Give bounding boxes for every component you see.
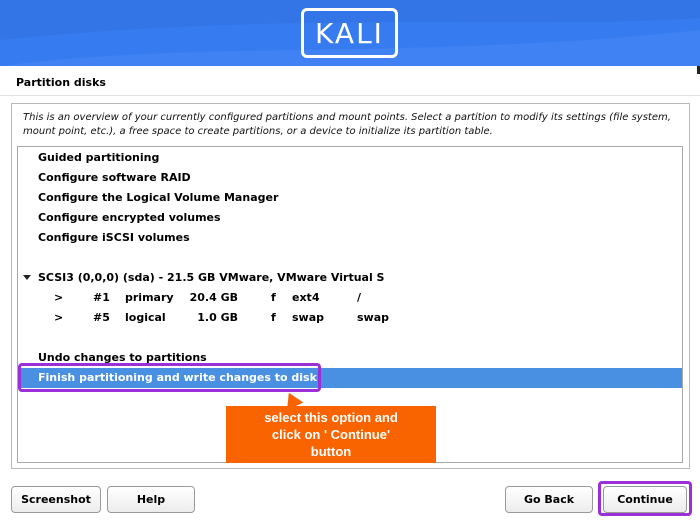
go-back-button[interactable]: Go Back: [505, 486, 593, 513]
instruction-callout: select this option and click on ' Contin…: [226, 406, 436, 463]
partition-size: 1.0 GB: [197, 311, 238, 324]
callout-line: click on ' Continue': [271, 427, 391, 442]
callout-line: select this option and: [264, 410, 398, 425]
list-item-software-raid[interactable]: Configure software RAID: [18, 168, 682, 188]
partition-type: primary: [125, 291, 174, 304]
list-item-partition-5[interactable]: > #5 logical 1.0 GB f swap swap: [18, 308, 682, 328]
highlight-finish-option: [18, 363, 321, 392]
partition-mount: swap: [357, 311, 390, 324]
continue-button[interactable]: Continue: [603, 486, 687, 513]
header-banner: KALI: [0, 0, 700, 66]
help-button[interactable]: Help: [107, 486, 195, 513]
partition-size: 20.4 GB: [189, 291, 238, 304]
list-item-label: Configure the Logical Volume Manager: [38, 191, 279, 204]
list-item-disk-sda[interactable]: SCSI3 (0,0,0) (sda) - 21.5 GB VMware, VM…: [18, 268, 682, 288]
screenshot-button[interactable]: Screenshot: [11, 486, 101, 513]
partition-flag: f: [271, 311, 276, 324]
list-item-guided-partitioning[interactable]: Guided partitioning: [18, 148, 682, 168]
list-item-label: Configure encrypted volumes: [38, 211, 221, 224]
partition-marker: >: [54, 291, 64, 304]
list-item-label: Configure software RAID: [38, 171, 191, 184]
kali-logo: KALI: [301, 8, 398, 58]
page-description: This is an overview of your currently co…: [23, 112, 671, 137]
partition-type: logical: [125, 311, 166, 324]
partition-fs: swap: [292, 311, 325, 324]
list-item-label: Guided partitioning: [38, 151, 160, 164]
partition-marker: >: [54, 311, 64, 324]
partition-flag: f: [271, 291, 276, 304]
callout-line: button: [310, 444, 352, 459]
list-item-partition-1[interactable]: > #1 primary 20.4 GB f ext4 /: [18, 288, 682, 308]
list-item-iscsi-volumes[interactable]: Configure iSCSI volumes: [18, 228, 682, 248]
disk-label: SCSI3 (0,0,0) (sda) - 21.5 GB VMware, VM…: [38, 271, 385, 284]
title-divider: [0, 95, 700, 96]
page-title: Partition disks: [16, 76, 106, 89]
partition-number: #5: [93, 311, 110, 324]
partition-mount: /: [357, 291, 362, 304]
list-item-encrypted-volumes[interactable]: Configure encrypted volumes: [18, 208, 682, 228]
partition-fs: ext4: [292, 291, 320, 304]
list-item-label: Configure iSCSI volumes: [38, 231, 190, 244]
partition-number: #1: [93, 291, 110, 304]
list-item-lvm[interactable]: Configure the Logical Volume Manager: [18, 188, 682, 208]
expand-triangle-icon: [23, 275, 31, 280]
